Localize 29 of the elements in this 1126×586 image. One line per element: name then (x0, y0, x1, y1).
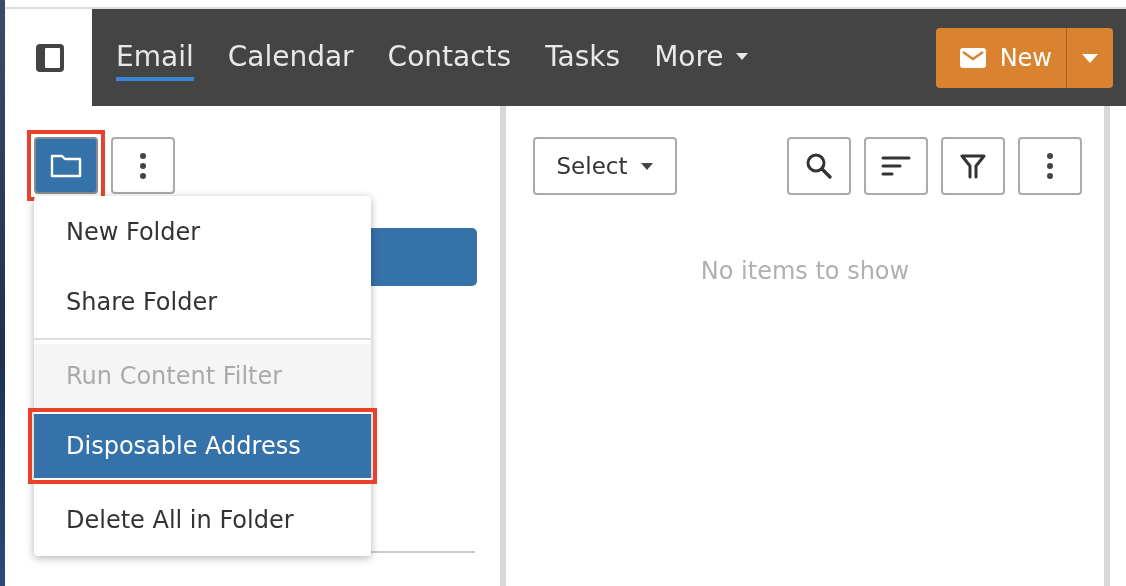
sort-button[interactable] (864, 137, 928, 195)
sidebar-toggle-icon[interactable] (33, 41, 66, 74)
menu-item[interactable]: New Folder (34, 200, 371, 264)
menu-item[interactable]: Disposable Address (34, 414, 371, 478)
more-options-button[interactable] (111, 137, 175, 194)
nav-tab[interactable]: Tasks (545, 40, 621, 81)
caret-icon (641, 162, 654, 170)
more-options-button[interactable] (1018, 137, 1082, 195)
menu-item[interactable]: Delete All in Folder (34, 488, 371, 552)
sort-lines-icon (881, 155, 911, 177)
folder-button[interactable] (34, 137, 98, 194)
filter-icon (960, 153, 986, 179)
caret-icon (735, 53, 748, 60)
select-dropdown[interactable]: Select (533, 137, 677, 195)
nav-tab[interactable]: Contacts (387, 40, 512, 81)
nav-tab[interactable]: Email (116, 40, 194, 81)
envelope-icon (959, 48, 986, 68)
search-button[interactable] (787, 137, 851, 195)
folder-icon (50, 152, 82, 179)
nav-tab[interactable]: Calendar (227, 40, 354, 81)
vertical-dots-icon (1047, 153, 1053, 179)
empty-message: No items to show (699, 257, 911, 285)
search-icon (805, 152, 833, 180)
menu-item[interactable]: Share Folder (34, 270, 371, 334)
filter-button[interactable] (941, 137, 1005, 195)
vertical-dots-icon (140, 152, 146, 179)
caret-icon (1082, 53, 1098, 63)
nav-tab[interactable]: More (654, 40, 748, 81)
new-dropdown-button[interactable] (1067, 28, 1113, 88)
